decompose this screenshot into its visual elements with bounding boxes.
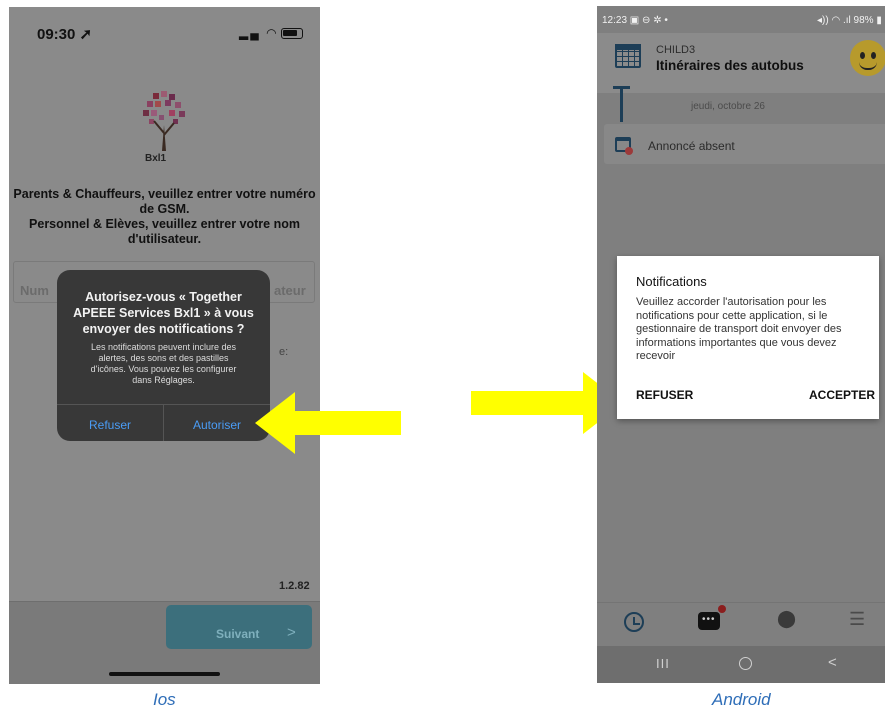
accept-button[interactable]: ACCEPTER [809,388,875,402]
left-arrow [255,392,401,454]
android-caption: Android [712,690,771,709]
input-placeholder-start: Num [20,283,49,298]
clock-icon[interactable] [624,612,644,632]
recent-apps-icon[interactable]: III [656,656,670,671]
app-version: 1.2.82 [279,580,310,592]
refuse-button[interactable]: REFUSER [636,388,693,402]
ios-screen: 09:30 ➚ ▂▄ ◠ Bxl1 Parents & Chauffeurs, … [9,7,320,684]
absent-card[interactable] [604,124,885,164]
notification-permission-dialog: Notifications Veuillez accorder l'autori… [617,256,879,419]
ios-caption: Ios [153,690,176,709]
calendar-icon-top [615,44,641,50]
location-arrow-icon: ➚ [79,26,93,43]
refuse-button[interactable]: Refuser [57,418,163,432]
menu-icon[interactable]: ☰ [849,609,865,630]
battery-icon [281,28,303,39]
ios-status-bar: 09:30 ➚ ▂▄ ◠ [9,7,320,57]
next-button-label: Suivant [216,627,260,641]
notification-permission-alert: Autorisez-vous « Together APEEE Services… [57,270,270,441]
logo-text: Bxl1 [145,153,167,164]
ios-status-time: 09:30 ➚ [37,26,93,43]
chat-dots: ••• [702,614,716,625]
map-pin-icon[interactable]: ⬤ [777,609,796,629]
chevron-right-icon: > [287,624,296,641]
back-icon[interactable]: < [828,654,837,671]
dialog-title: Notifications [636,274,707,289]
signal-wifi-icons: ▂▄ ◠ [239,26,279,40]
alert-title: Autorisez-vous « Together APEEE Services… [73,290,254,336]
dialog-message: Veuillez accorder l'autorisation pour le… [636,296,842,362]
emoji-eye-left [860,52,865,59]
timeline-line [620,88,623,122]
android-status-time: 12:23 ▣ ⊖ ✲ • [602,15,668,26]
emoji-eye-right [871,52,876,59]
child-name: CHILD3 [656,44,696,56]
emoji-avatar-icon[interactable] [850,40,885,76]
absent-label: Annoncé absent [648,139,735,153]
input-placeholder-end: ateur [274,283,306,298]
obscured-text-end: e: [279,346,289,358]
page-title: Itinéraires des autobus [656,58,804,73]
absent-badge [625,147,633,155]
chat-notification-dot [718,605,726,613]
date-label: jeudi, octobre 26 [691,101,765,112]
home-indicator[interactable] [109,672,220,676]
home-icon[interactable] [739,657,752,670]
android-screen: 12:23 ▣ ⊖ ✲ • ◂)) ◠ .ıl 98% ▮ CHILD3 Iti… [597,6,885,683]
android-status-icons: ◂)) ◠ .ıl 98% ▮ [817,15,882,26]
login-instructions: Parents & Chauffeurs, veuillez entrer vo… [13,187,316,246]
alert-message: Les notifications peuvent inclure des al… [90,342,237,385]
